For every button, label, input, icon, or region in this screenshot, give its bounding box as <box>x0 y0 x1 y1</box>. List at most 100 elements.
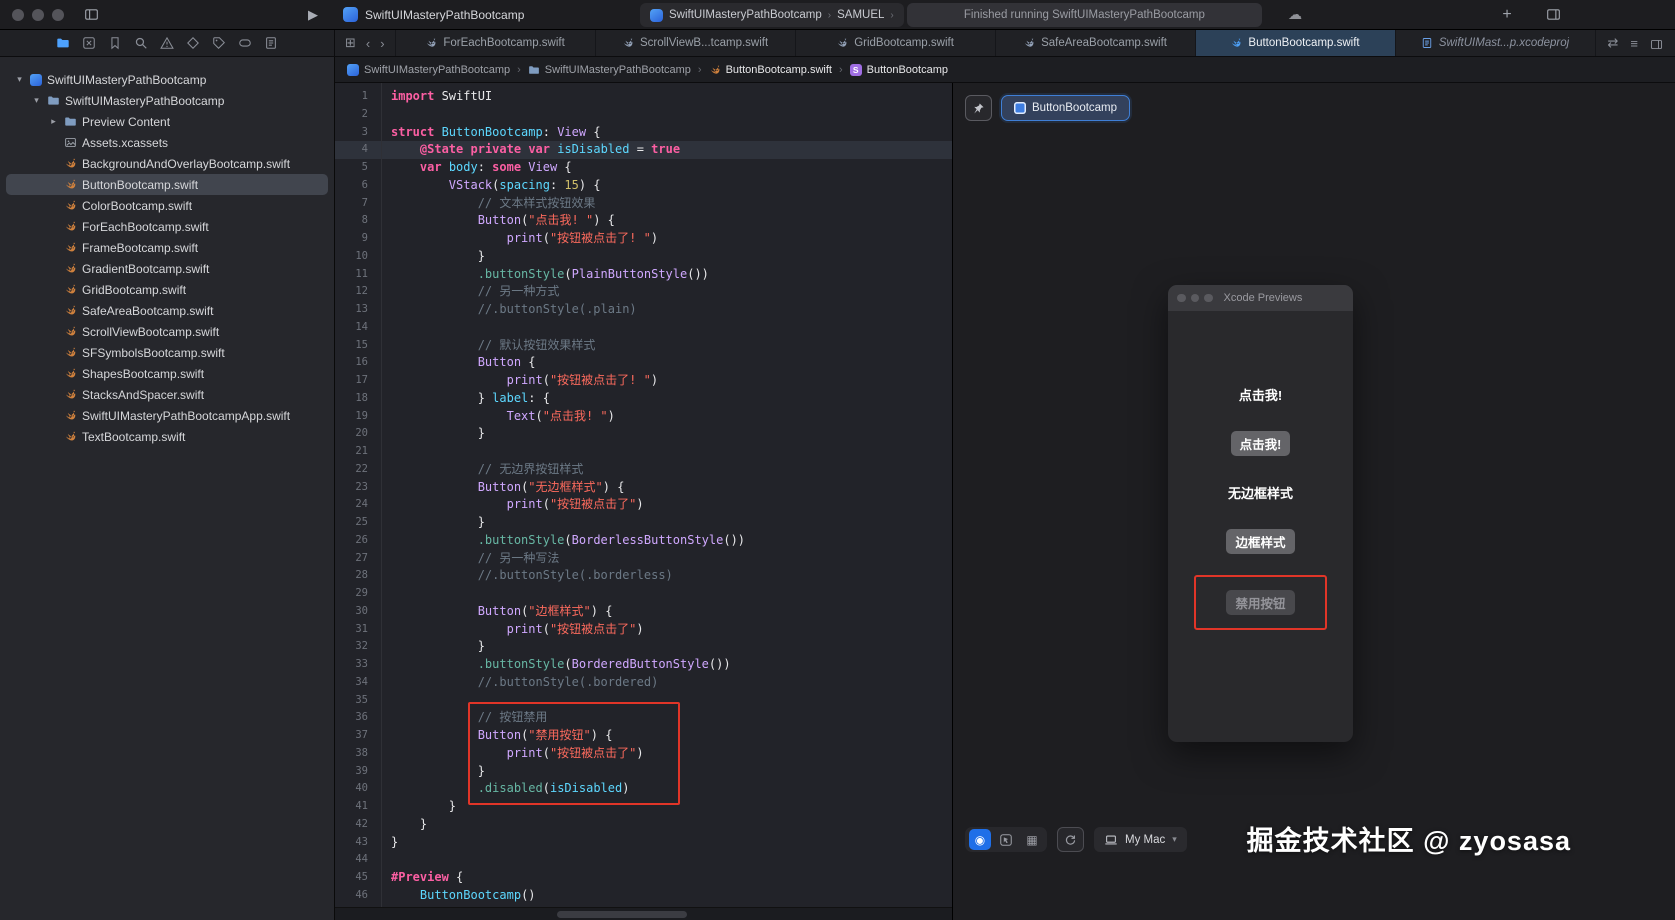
file-tree-item[interactable]: BackgroundAndOverlayBootcamp.swift <box>6 153 328 174</box>
file-tree-item[interactable]: ScrollViewBootcamp.swift <box>6 321 328 342</box>
line-number[interactable]: 24 <box>335 496 381 514</box>
file-tree-item[interactable]: Assets.xcassets <box>6 132 328 153</box>
minimize-window-button[interactable] <box>32 9 44 21</box>
variants-mode-icon[interactable]: ▦ <box>1021 829 1043 850</box>
line-number[interactable]: 46 <box>335 887 381 905</box>
line-number[interactable]: 41 <box>335 798 381 816</box>
line-number[interactable]: 16 <box>335 354 381 372</box>
line-number[interactable]: 29 <box>335 585 381 603</box>
line-number[interactable]: 31 <box>335 621 381 639</box>
line-number[interactable]: 13 <box>335 301 381 319</box>
line-number[interactable]: 8 <box>335 212 381 230</box>
line-number[interactable]: 15 <box>335 337 381 355</box>
toggle-navigator-icon[interactable] <box>78 4 104 26</box>
line-number[interactable]: 25 <box>335 514 381 532</box>
line-number[interactable]: 1 <box>335 88 381 106</box>
line-number[interactable]: 32 <box>335 638 381 656</box>
cloud-status-icon[interactable]: ☁ <box>1282 4 1308 26</box>
file-tree-item[interactable]: ForEachBootcamp.swift <box>6 216 328 237</box>
file-tree-item[interactable]: GridBootcamp.swift <box>6 279 328 300</box>
line-number[interactable]: 4 <box>335 141 381 159</box>
device-settings-icon[interactable] <box>1057 827 1084 852</box>
disclosure-chevron-icon[interactable]: ▾ <box>14 74 25 85</box>
preview-tab[interactable]: ButtonBootcamp <box>1001 95 1130 121</box>
toggle-inspector-icon[interactable] <box>1540 4 1566 26</box>
file-tree-item[interactable]: GradientBootcamp.swift <box>6 258 328 279</box>
tab-ForEachBootcamp.swift[interactable]: ForEachBootcamp.swift <box>396 30 596 56</box>
breadcrumb-item[interactable]: SwiftUIMasteryPathBootcamp <box>347 64 510 76</box>
line-number[interactable]: 37 <box>335 727 381 745</box>
line-number[interactable]: 11 <box>335 266 381 284</box>
line-number[interactable]: 7 <box>335 195 381 213</box>
preview-button[interactable]: 边框样式 <box>1226 529 1294 554</box>
go-back-icon[interactable]: ‹ <box>366 36 370 51</box>
find-navigator-icon[interactable] <box>134 36 148 50</box>
issue-navigator-icon[interactable] <box>160 36 174 50</box>
line-number[interactable]: 5 <box>335 159 381 177</box>
file-tree-item[interactable]: ▸Preview Content <box>6 111 328 132</box>
file-tree-item[interactable]: FrameBootcamp.swift <box>6 237 328 258</box>
line-number[interactable]: 44 <box>335 851 381 869</box>
line-number[interactable]: 19 <box>335 408 381 426</box>
bookmark-navigator-icon[interactable] <box>108 36 122 50</box>
line-number[interactable]: 18 <box>335 390 381 408</box>
pin-preview-button[interactable] <box>965 95 992 121</box>
preview-button[interactable]: 禁用按钮 <box>1226 590 1294 615</box>
status-text[interactable]: Finished running SwiftUIMasteryPathBootc… <box>907 3 1262 27</box>
breadcrumb-item[interactable]: ButtonBootcamp.swift <box>709 64 832 76</box>
preview-close-button[interactable] <box>1177 294 1186 303</box>
line-number[interactable]: 38 <box>335 745 381 763</box>
disclosure-chevron-icon[interactable]: ▸ <box>48 116 59 127</box>
add-editor-button[interactable]: + <box>1494 4 1520 26</box>
preview-minimize-button[interactable] <box>1191 294 1200 303</box>
file-tree-item[interactable]: ShapesBootcamp.swift <box>6 363 328 384</box>
line-number[interactable]: 12 <box>335 283 381 301</box>
tab-GridBootcamp.swift[interactable]: GridBootcamp.swift <box>796 30 996 56</box>
line-number[interactable]: 20 <box>335 425 381 443</box>
line-number[interactable]: 43 <box>335 834 381 852</box>
file-tree-item[interactable]: ButtonBootcamp.swift <box>6 174 328 195</box>
minimap-list-icon[interactable]: ≡ <box>1630 36 1638 51</box>
swap-editor-icon[interactable]: ⇄ <box>1608 35 1619 51</box>
disclosure-chevron-icon[interactable]: ▾ <box>31 95 42 106</box>
line-number[interactable]: 21 <box>335 443 381 461</box>
horizontal-scrollbar[interactable] <box>335 907 952 920</box>
file-tree-item[interactable]: SwiftUIMasteryPathBootcampApp.swift <box>6 405 328 426</box>
tab-ScrollViewB...tcamp.swift[interactable]: ScrollViewB...tcamp.swift <box>596 30 796 56</box>
line-number[interactable]: 27 <box>335 550 381 568</box>
line-number[interactable]: 39 <box>335 763 381 781</box>
file-tree-item[interactable]: ColorBootcamp.swift <box>6 195 328 216</box>
live-preview-icon[interactable]: ◉ <box>969 829 991 850</box>
file-tree-item[interactable]: ▾SwiftUIMasteryPathBootcamp <box>6 69 328 90</box>
line-number[interactable]: 22 <box>335 461 381 479</box>
selectable-mode-icon[interactable] <box>995 829 1017 850</box>
project-navigator-icon[interactable] <box>56 36 70 50</box>
line-number[interactable]: 28 <box>335 567 381 585</box>
go-forward-icon[interactable]: › <box>380 36 384 51</box>
file-tree-item[interactable]: SafeAreaBootcamp.swift <box>6 300 328 321</box>
scheme-selector[interactable]: SwiftUIMasteryPathBootcamp › SAMUEL › <box>640 3 904 27</box>
line-number[interactable]: 6 <box>335 177 381 195</box>
breadcrumb-item[interactable]: SButtonBootcamp <box>850 64 948 76</box>
line-number[interactable]: 35 <box>335 692 381 710</box>
tab-SafeAreaBootcamp.swift[interactable]: SafeAreaBootcamp.swift <box>996 30 1196 56</box>
file-tree-item[interactable]: SFSymbolsBootcamp.swift <box>6 342 328 363</box>
preview-zoom-button[interactable] <box>1204 294 1213 303</box>
close-window-button[interactable] <box>12 9 24 21</box>
debug-navigator-icon[interactable] <box>212 36 226 50</box>
line-number[interactable]: 33 <box>335 656 381 674</box>
device-selector[interactable]: My Mac ▾ <box>1094 827 1187 852</box>
zoom-window-button[interactable] <box>52 9 64 21</box>
line-number[interactable]: 26 <box>335 532 381 550</box>
preview-button[interactable]: 点击我! <box>1231 431 1291 456</box>
line-number[interactable]: 40 <box>335 780 381 798</box>
scrollbar-thumb[interactable] <box>557 911 687 918</box>
source-control-navigator-icon[interactable] <box>82 36 96 50</box>
line-number[interactable]: 45 <box>335 869 381 887</box>
line-number[interactable]: 2 <box>335 106 381 124</box>
code-editor[interactable]: 1import SwiftUI23struct ButtonBootcamp: … <box>335 83 952 920</box>
tab-ButtonBootcamp.swift[interactable]: ButtonBootcamp.swift <box>1196 30 1396 56</box>
line-number[interactable]: 30 <box>335 603 381 621</box>
test-navigator-icon[interactable] <box>186 36 200 50</box>
breadcrumb-item[interactable]: SwiftUIMasteryPathBootcamp <box>528 64 691 76</box>
